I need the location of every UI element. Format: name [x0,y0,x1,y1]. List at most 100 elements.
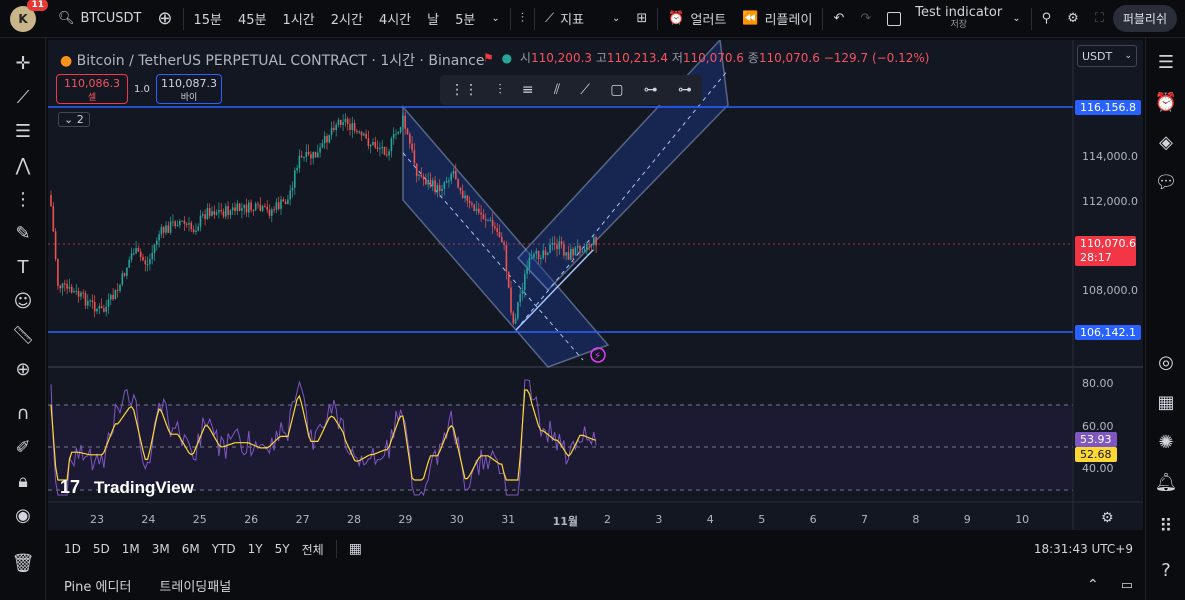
quick-search-icon[interactable]: ⚲ [1034,0,1060,38]
range-5y[interactable]: 5Y [269,542,296,556]
interval-15m[interactable]: 15분 [186,0,231,38]
magnet-icon[interactable]: ∩ [0,396,46,430]
trash-icon[interactable]: 🗑︎ [0,546,46,580]
indicator-toggle[interactable]: ⌄ 2 [58,112,90,127]
rectangle-icon[interactable]: ▢ [610,82,623,98]
candle-body [169,221,172,233]
help-icon[interactable]: ? [1146,550,1185,590]
currency-select[interactable]: USDT ⌄ [1077,45,1137,67]
horizontal-lines-icon[interactable]: ☰ [0,114,46,148]
candle-body [91,300,94,303]
calendar-icon[interactable]: ▦ [343,541,368,557]
pen-icon[interactable]: ⟋ [580,82,590,98]
chevron-down-icon[interactable]: ⌄ [483,0,507,38]
interval-2h[interactable]: 2시간 [323,0,371,38]
candle-body [57,259,59,286]
candle-body [123,273,126,276]
range-3m[interactable]: 3M [146,542,176,556]
chat-icon[interactable]: 💬︎ [1146,162,1185,202]
candle-body [174,221,176,227]
axis-settings-icon[interactable]: ⚙ [1101,510,1114,526]
calendar-icon[interactable]: ▦ [1146,382,1185,422]
range-5d[interactable]: 5D [87,542,116,556]
fullscreen-icon[interactable]: ⛶ [1087,0,1112,38]
interval-45m[interactable]: 45분 [230,0,275,38]
eye-icon[interactable]: ◉ [0,498,46,532]
candle-body [448,180,450,182]
divider [822,7,824,30]
templates-icon[interactable]: ⊞ [628,0,655,38]
undo-icon[interactable]: ↶ [825,0,852,38]
line-style-icon[interactable]: ≡ [522,82,534,98]
indicators-button[interactable]: ⟋ 지표 ⌄ [537,0,628,38]
candle-body [110,294,112,300]
more-icon[interactable]: ⊶ [678,82,692,98]
redo-icon[interactable]: ↷ [852,0,879,38]
apps-icon[interactable]: ⠿ [1146,506,1185,546]
symbol-search[interactable]: 🔍︎ BTCUSDT [50,0,149,38]
interval-4h[interactable]: 4시간 [371,0,419,38]
watchlist-icon[interactable]: ☰ [1146,42,1185,82]
candle-body [337,119,340,125]
add-symbol-button[interactable]: ⊕ [149,0,180,38]
layout-button[interactable]: Test indicator 저장 ⌄ [879,0,1028,38]
eye-toggle-icon[interactable]: ● [502,51,512,65]
candle-body [181,220,183,222]
template-icon[interactable]: ⫶ [498,82,502,98]
candle-body [418,174,420,176]
layers-icon[interactable]: ◈ [1146,122,1185,162]
range-1m[interactable]: 1M [116,542,146,556]
channel-icon[interactable]: ⫽ [554,82,560,98]
interval-1d[interactable]: 날 [419,0,447,38]
alarm-icon[interactable]: ⏰ [1146,82,1185,122]
emoji-icon[interactable]: ☺ [0,284,46,318]
range-6m[interactable]: 6M [176,542,206,556]
chart-pane[interactable]: ⚡ 17 ● Bitcoin / TetherUS PERPETUAL CONT… [48,40,1143,530]
fib-icon[interactable]: ⋮ [0,182,46,216]
draw-lock-icon[interactable]: ✐ [0,430,46,464]
brush-icon[interactable]: ✎ [0,216,46,250]
interval-5m[interactable]: 5분 [447,0,483,38]
pattern-icon[interactable]: ⋀ [0,148,46,182]
text-icon[interactable]: T [0,250,46,284]
replay-button[interactable]: ⏪ 리플레이 [734,0,820,38]
candle-body [517,302,519,319]
alert-button[interactable]: ⏰ 얼러트 [660,0,734,38]
candle-body [590,244,593,246]
date-tick-label: 30 [449,513,464,526]
chart-svg[interactable]: ⚡ 17 [48,40,1143,530]
candle-body [501,237,503,243]
crosshair-icon[interactable]: ✛ [0,46,46,80]
ideas-icon[interactable]: ◎ [1146,342,1185,382]
gear-icon[interactable]: ⚙ [1059,0,1087,38]
zoom-icon[interactable]: ⊕ [0,352,46,386]
range-all[interactable]: 전체 [296,541,330,558]
clock-label[interactable]: 18:31:43 UTC+9 [1028,542,1139,556]
ruler-icon[interactable]: 📏︎ [0,318,46,352]
lightning-glyph: ⚡ [594,351,601,362]
user-avatar[interactable]: K 11 [10,0,48,32]
chevron-up-icon[interactable]: ⌃ [1075,577,1111,593]
candle-body [107,299,110,307]
tab-trading-panel[interactable]: 트레이딩패널 [145,576,245,595]
maximize-icon[interactable]: ▭ [1111,578,1143,593]
range-1y[interactable]: 1Y [242,542,269,556]
community-icon[interactable]: ✺ [1146,422,1185,462]
tab-pine-editor[interactable]: Pine 에디터 [50,576,145,595]
buy-button[interactable]: 110,087.3 바이 [156,74,222,104]
range-1d[interactable]: 1D [58,542,87,556]
interval-1h[interactable]: 1시간 [275,0,323,38]
sell-button[interactable]: 110,086.3 셀 [56,74,128,104]
publish-button[interactable]: 퍼블리쉬 [1112,5,1177,32]
candle-body [510,287,512,313]
candle-body [556,244,558,250]
lock-icon[interactable]: 🔒︎ [0,464,46,498]
settings-icon[interactable]: ⊶ [644,82,658,98]
range-ytd[interactable]: YTD [206,542,242,556]
bell-icon[interactable]: 🔔︎ [1146,462,1185,502]
candle-body [146,264,149,266]
drag-handle-icon[interactable]: ⋮⋮ [450,82,478,98]
watermark-logo: 17 [60,477,80,497]
candle-type-icon[interactable]: ⫶ [513,0,532,38]
trendline-icon[interactable]: ⟋ [0,80,46,114]
